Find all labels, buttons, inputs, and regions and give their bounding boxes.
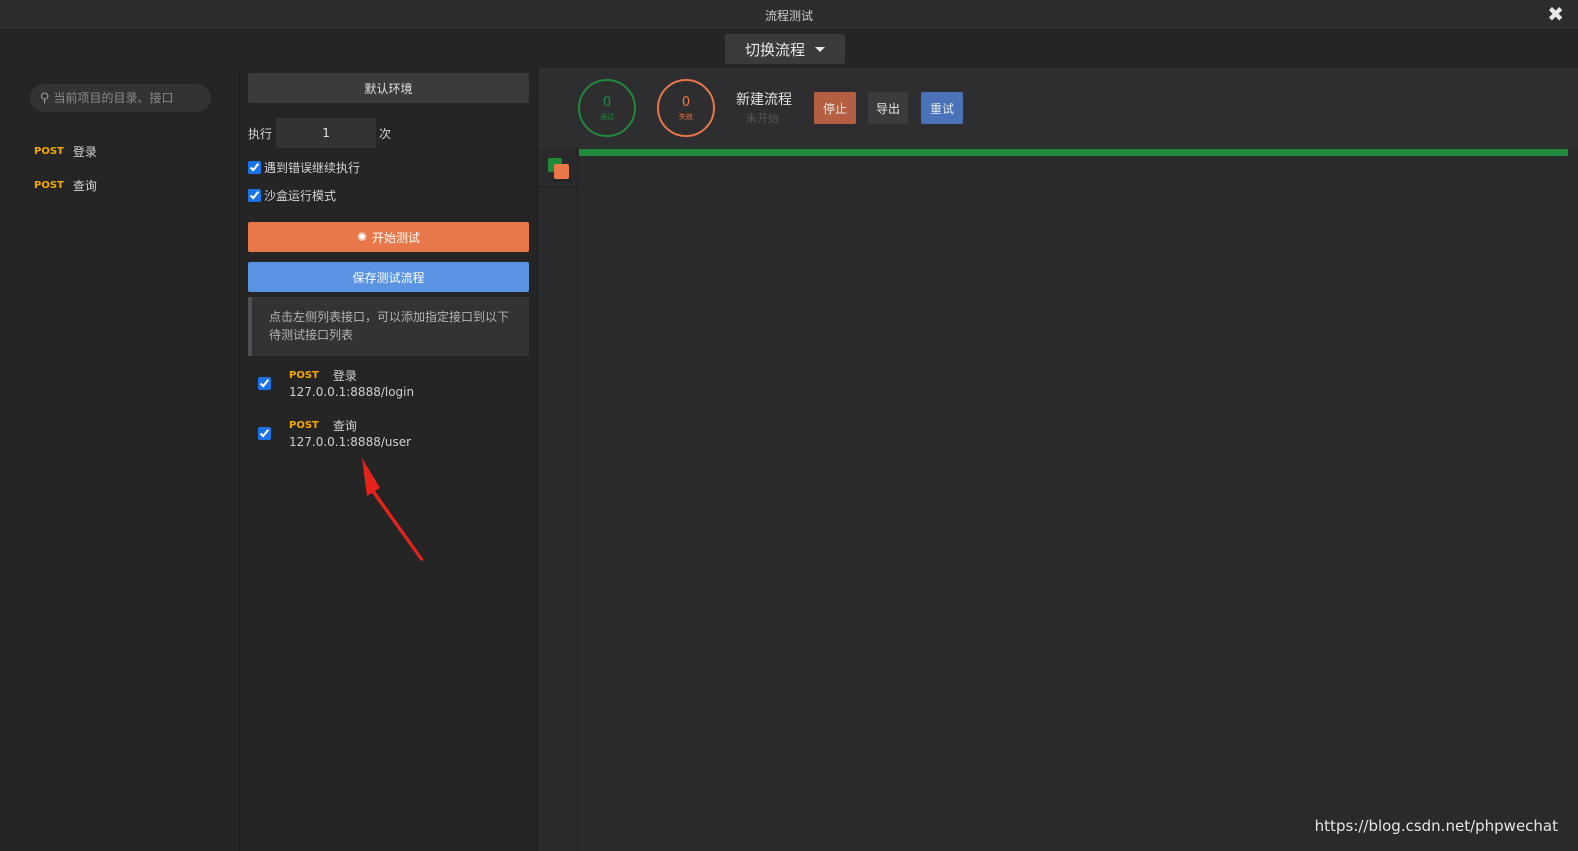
stats-bar: 0 通过 0 失败 新建流程 未开始 停止 导出 重试	[537, 68, 1578, 148]
switch-flow-button[interactable]: 切换流程	[725, 34, 845, 64]
hint-line-2: 待测试接口列表	[269, 328, 354, 342]
switch-flow-label: 切换流程	[744, 40, 805, 59]
start-test-button[interactable]: ✺ 开始测试	[248, 222, 529, 252]
exec-count-row: 执行 次	[248, 118, 529, 148]
method-badge: POST	[34, 145, 64, 157]
api-name: 查询	[72, 178, 97, 193]
layers-icon[interactable]	[547, 157, 571, 181]
exec-suffix: 次	[379, 126, 392, 141]
flow-item-checkbox[interactable]	[258, 377, 271, 390]
sandbox-mode-checkbox[interactable]	[248, 188, 261, 202]
method-badge: POST	[289, 370, 319, 381]
api-item-query[interactable]: POST 查询	[34, 168, 97, 202]
api-item-login[interactable]: POST 登录	[34, 134, 97, 168]
search-icon: ⚲	[40, 90, 50, 106]
title-bar: 流程测试 ✖	[0, 0, 1578, 30]
continue-on-error-checkbox[interactable]	[248, 160, 261, 174]
flow-item-header: POST 查询	[289, 416, 529, 435]
flow-item-name: 查询	[332, 419, 357, 433]
hint-line-1: 点击左侧列表接口，可以添加指定接口到以下	[269, 310, 510, 324]
search-box[interactable]: ⚲	[30, 84, 211, 112]
flow-item-checkbox[interactable]	[258, 427, 271, 440]
start-test-label: 开始测试	[372, 230, 421, 245]
flow-item-name: 登录	[332, 369, 357, 383]
flow-item-login: POST 登录 127.0.0.1:8888/login	[248, 366, 529, 416]
flow-status: 未开始	[746, 112, 779, 125]
stop-button[interactable]: 停止	[814, 92, 856, 124]
exec-count-input[interactable]	[276, 118, 377, 148]
result-side-strip	[537, 148, 578, 851]
fail-counter: 0 失败	[657, 79, 715, 137]
environment-button[interactable]: 默认环境	[248, 73, 529, 103]
flow-api-list: POST 登录 127.0.0.1:8888/login POST 查询 127…	[248, 366, 529, 466]
fail-count: 0	[681, 95, 691, 110]
loading-icon: ✺	[356, 230, 368, 244]
continue-on-error-label: 遇到错误继续执行	[264, 160, 361, 175]
window-title: 流程测试	[764, 9, 813, 23]
sandbox-mode-label: 沙盒运行模式	[264, 188, 337, 203]
fail-label: 失败	[679, 113, 693, 121]
close-icon[interactable]: ✖	[1547, 3, 1564, 25]
method-badge: POST	[289, 420, 319, 431]
method-badge: POST	[34, 179, 64, 191]
results-panel: 0 通过 0 失败 新建流程 未开始 停止 导出 重试	[537, 68, 1578, 851]
pass-counter: 0 通过	[578, 79, 636, 137]
exec-prefix: 执行	[248, 126, 273, 141]
divider-left	[239, 68, 240, 851]
annotation-arrow-icon	[362, 458, 424, 561]
pass-label: 通过	[600, 113, 614, 121]
flow-name: 新建流程	[736, 92, 792, 108]
search-input[interactable]	[53, 91, 204, 105]
flow-item-url: 127.0.0.1:8888/login	[289, 385, 415, 399]
api-list: POST 登录 POST 查询	[34, 134, 97, 202]
flow-item-header: POST 登录	[289, 366, 529, 385]
api-name: 登录	[72, 144, 97, 159]
watermark: https://blog.csdn.net/phpwechat	[1314, 817, 1558, 835]
flow-item-url: 127.0.0.1:8888/user	[289, 435, 412, 449]
divider-right	[537, 68, 538, 851]
flow-config-panel: 默认环境 执行 次 遇到错误继续执行 沙盒运行模式 ✺ 开始测试 保存测试流程 …	[248, 73, 529, 466]
retry-button[interactable]: 重试	[921, 92, 963, 124]
continue-on-error-row: 遇到错误继续执行	[248, 156, 529, 178]
hint-box: 点击左侧列表接口，可以添加指定接口到以下 待测试接口列表	[248, 297, 529, 356]
sandbox-mode-row: 沙盒运行模式	[248, 184, 529, 206]
export-button[interactable]: 导出	[868, 92, 908, 124]
pass-count: 0	[602, 95, 612, 110]
save-flow-button[interactable]: 保存测试流程	[248, 262, 529, 292]
progress-bar	[579, 149, 1568, 156]
caret-down-icon	[815, 46, 825, 52]
